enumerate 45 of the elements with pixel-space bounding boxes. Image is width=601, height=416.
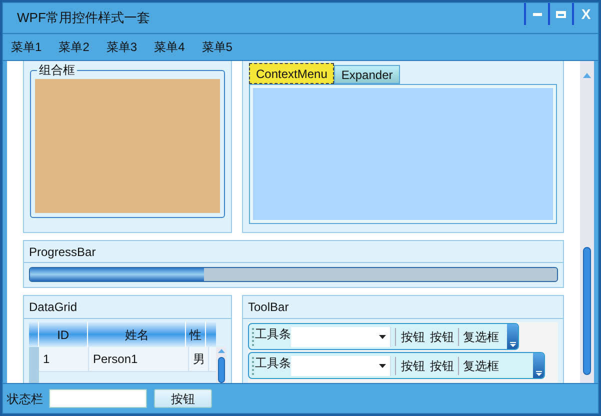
- toolbar-label: 工具条: [255, 326, 291, 343]
- table-cell: 男: [189, 347, 209, 371]
- tab[interactable]: Expander: [334, 65, 400, 84]
- combo-box[interactable]: [291, 326, 391, 346]
- table-cell: Person1: [89, 347, 189, 371]
- menu-item[interactable]: 菜单2: [58, 38, 90, 56]
- toolbar-button[interactable]: 按钮: [429, 328, 455, 346]
- datagrid-scrollbar[interactable]: [216, 347, 226, 383]
- column-header[interactable]: ID: [39, 322, 88, 347]
- corner-header: [29, 322, 39, 347]
- overflow-icon: [536, 371, 542, 376]
- column-header[interactable]: 性: [186, 322, 206, 347]
- header-filler: [206, 322, 216, 347]
- scroll-up-icon[interactable]: [218, 349, 224, 353]
- toolbar-label: 工具条: [255, 355, 291, 372]
- menu-item[interactable]: 菜单4: [154, 38, 185, 56]
- minimize-icon: [532, 12, 542, 16]
- overflow-icon: [510, 342, 516, 347]
- toolbar-button[interactable]: 按钮: [400, 356, 426, 374]
- dropdown-arrow-icon: [379, 364, 386, 368]
- menu-item[interactable]: 菜单5: [202, 38, 232, 56]
- column-header[interactable]: 姓名: [88, 322, 186, 347]
- progress-title: ProgressBar: [29, 244, 96, 260]
- combo-box[interactable]: [291, 356, 391, 376]
- menu-item[interactable]: 菜单3: [106, 38, 138, 56]
- overflow-button[interactable]: [507, 324, 518, 349]
- window-title: WPF常用控件样式一套: [17, 9, 150, 28]
- dropdown-arrow-icon: [379, 334, 386, 338]
- status-input-field[interactable]: [49, 389, 147, 408]
- toolbar-button[interactable]: 按钮: [429, 356, 455, 374]
- table-cell: 1: [39, 347, 89, 371]
- tab[interactable]: ContextMenu: [249, 63, 334, 84]
- toolbar-button[interactable]: 按钮: [400, 328, 426, 346]
- toolbar-title: ToolBar: [248, 299, 289, 316]
- overflow-button[interactable]: [533, 353, 544, 378]
- toolbar-checkbox[interactable]: 复选框: [463, 356, 499, 374]
- status-label: 状态栏: [7, 390, 43, 408]
- scrollbar-thumb[interactable]: [583, 247, 591, 375]
- maximize-icon: [556, 10, 566, 18]
- toolbar-checkbox[interactable]: 复选框: [463, 328, 499, 346]
- datagrid-title: DataGrid: [29, 299, 78, 316]
- scroll-up-icon[interactable]: [583, 73, 591, 78]
- groupbox-label: 组合框: [37, 62, 77, 78]
- status-button[interactable]: 按钮: [154, 389, 212, 408]
- menu-item[interactable]: 菜单1: [11, 38, 42, 56]
